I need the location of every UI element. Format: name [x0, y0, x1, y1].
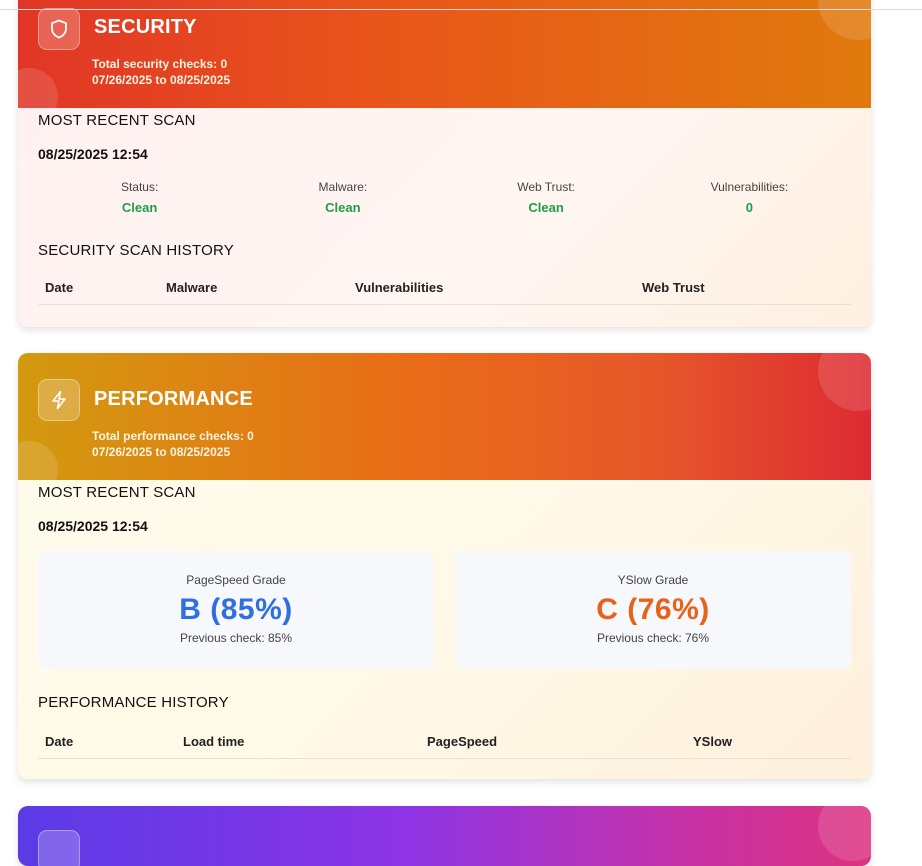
- stat-status: Status: Clean: [38, 180, 241, 215]
- security-card: SECURITY Total security checks: 0 07/26/…: [18, 0, 871, 327]
- stat-label: Status:: [120, 180, 159, 194]
- performance-most-recent-label: MOST RECENT SCAN: [38, 484, 196, 501]
- stat-label: Vulnerabilities:: [710, 180, 789, 194]
- column-header-web-trust[interactable]: Web Trust: [642, 280, 705, 295]
- pagespeed-grade-value: B (85%): [179, 593, 293, 626]
- column-header-vulnerabilities[interactable]: Vulnerabilities: [355, 280, 443, 295]
- security-body: MOST RECENT SCAN 08/25/2025 12:54 Status…: [18, 108, 871, 327]
- yslow-grade-card: YSlow Grade C (76%) Previous check: 76%: [455, 551, 851, 669]
- column-header-pagespeed[interactable]: PageSpeed: [427, 734, 497, 749]
- stat-web-trust: Web Trust: Clean: [445, 180, 648, 215]
- performance-total-checks: Total performance checks: 0: [92, 429, 254, 443]
- decorative-circle: [18, 441, 58, 480]
- card-icon: [38, 830, 80, 866]
- performance-history-label: PERFORMANCE HISTORY: [38, 694, 229, 711]
- third-header: [18, 806, 871, 866]
- performance-date-range: 07/26/2025 to 08/25/2025: [92, 445, 231, 459]
- stat-label: Malware:: [318, 180, 368, 194]
- yslow-previous-check: Previous check: 76%: [596, 631, 710, 645]
- decorative-circle: [818, 353, 871, 411]
- stat-value: 0: [745, 200, 753, 215]
- security-summary: Total security checks: 0 07/26/2025 to 0…: [92, 56, 230, 88]
- viewport-divider: [0, 9, 922, 10]
- yslow-grade-value: C (76%): [596, 593, 710, 626]
- lightning-icon: [38, 379, 80, 421]
- decorative-circle: [818, 806, 871, 861]
- column-header-date[interactable]: Date: [45, 734, 73, 749]
- performance-history-table-header: Date Load time PageSpeed YSlow: [38, 724, 851, 759]
- decorative-circle: [818, 0, 871, 40]
- performance-header: PERFORMANCE Total performance checks: 0 …: [18, 353, 871, 480]
- stat-malware: Malware: Clean: [241, 180, 444, 215]
- security-title: SECURITY: [94, 16, 197, 38]
- performance-card: PERFORMANCE Total performance checks: 0 …: [18, 353, 871, 779]
- security-scan-time: 08/25/2025 12:54: [38, 146, 148, 162]
- security-date-range: 07/26/2025 to 08/25/2025: [92, 73, 231, 87]
- yslow-grade-label: YSlow Grade: [617, 573, 689, 587]
- security-header: SECURITY Total security checks: 0 07/26/…: [18, 0, 871, 108]
- column-header-date[interactable]: Date: [45, 280, 73, 295]
- stat-value: Clean: [528, 200, 564, 215]
- security-total-checks: Total security checks: 0: [92, 57, 228, 71]
- stat-label: Web Trust:: [517, 180, 576, 194]
- shield-icon: [38, 8, 80, 50]
- stat-value: Clean: [325, 200, 361, 215]
- security-stats: Status: Clean Malware: Clean Web Trust: …: [38, 180, 851, 215]
- stat-vulnerabilities: Vulnerabilities: 0: [648, 180, 851, 215]
- pagespeed-grade-label: PageSpeed Grade: [186, 573, 286, 587]
- pagespeed-grade-card: PageSpeed Grade B (85%) Previous check: …: [38, 551, 434, 669]
- performance-title: PERFORMANCE: [94, 388, 253, 410]
- third-card: [18, 806, 871, 866]
- decorative-circle: [18, 68, 58, 108]
- performance-body: MOST RECENT SCAN 08/25/2025 12:54 PageSp…: [18, 480, 871, 779]
- security-most-recent-label: MOST RECENT SCAN: [38, 112, 196, 129]
- column-header-load-time[interactable]: Load time: [183, 734, 244, 749]
- pagespeed-previous-check: Previous check: 85%: [179, 631, 293, 645]
- performance-summary: Total performance checks: 0 07/26/2025 t…: [92, 428, 254, 460]
- column-header-yslow[interactable]: YSlow: [693, 734, 732, 749]
- performance-scan-time: 08/25/2025 12:54: [38, 518, 148, 534]
- security-history-label: SECURITY SCAN HISTORY: [38, 242, 234, 259]
- column-header-malware[interactable]: Malware: [166, 280, 217, 295]
- stat-value: Clean: [121, 200, 158, 215]
- security-history-table-header: Date Malware Vulnerabilities Web Trust: [38, 270, 851, 305]
